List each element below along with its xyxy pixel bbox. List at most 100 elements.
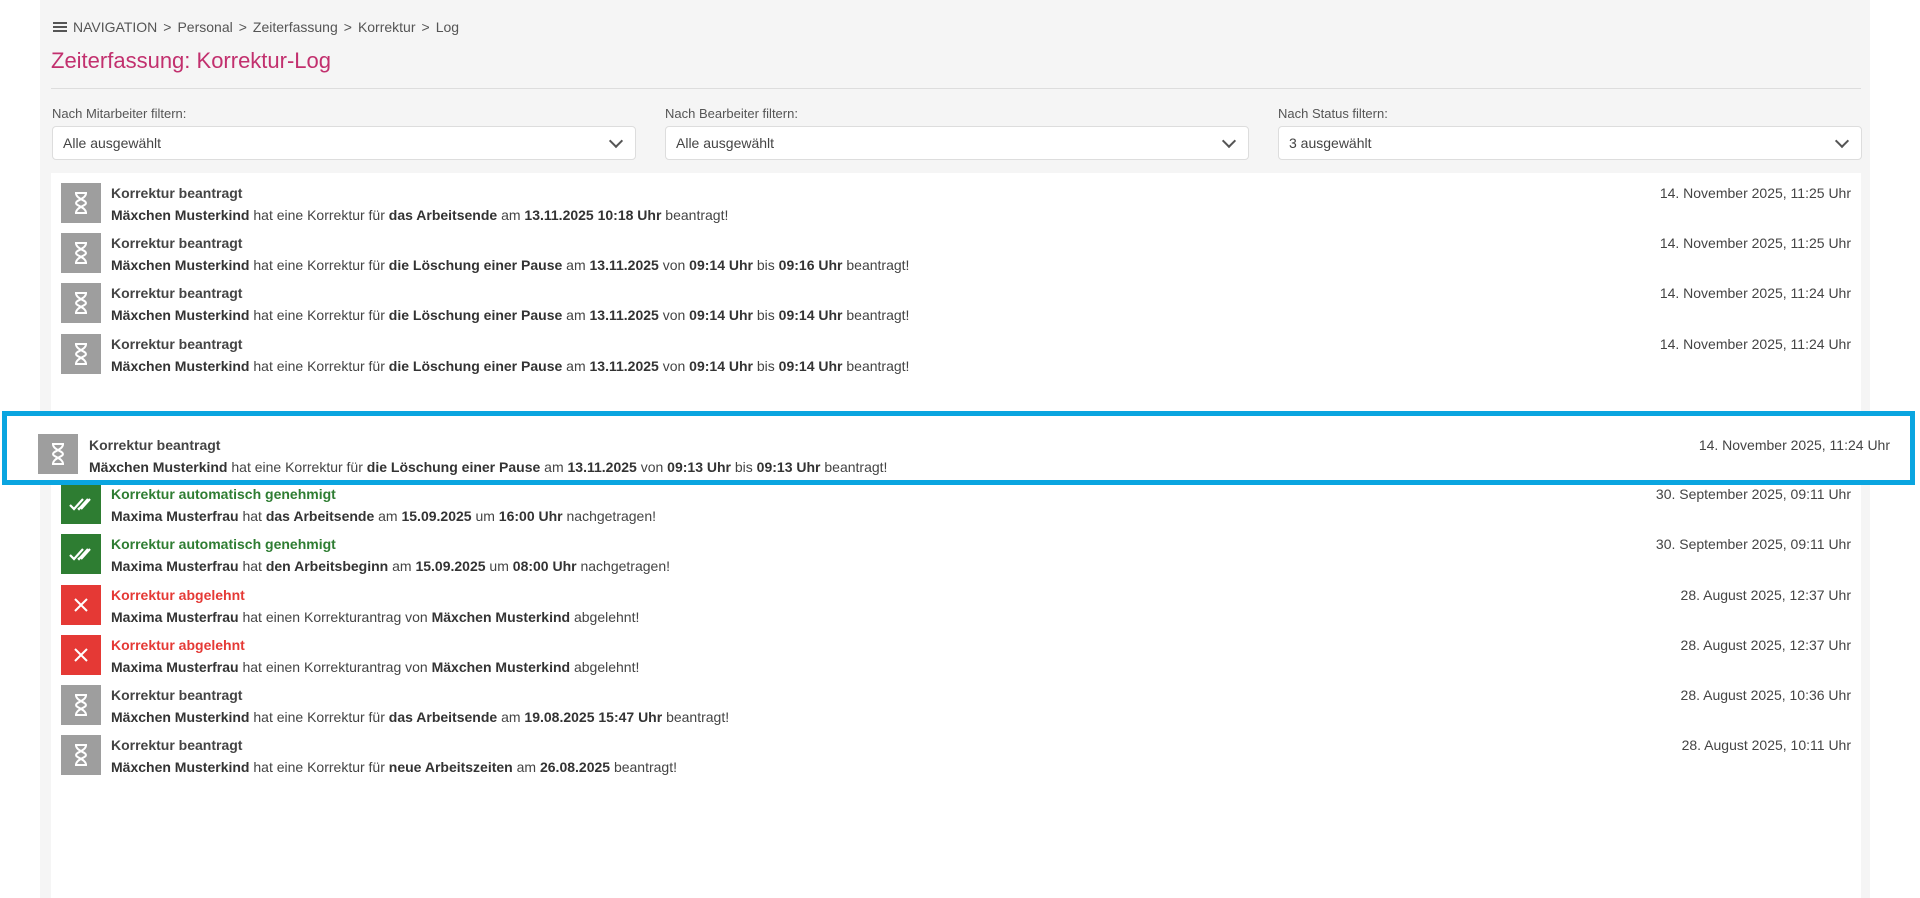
filter-editor-select[interactable]: Alle ausgewählt <box>665 126 1249 160</box>
message-fragment: am <box>562 307 590 324</box>
message-fragment: hat eine Korrektur für <box>249 357 389 374</box>
breadcrumb-item-navigation[interactable]: NAVIGATION <box>73 19 157 35</box>
log-entry-highlighted[interactable]: Korrektur beantragt Mäxchen Musterkind ha… <box>2 411 1915 485</box>
entry-timestamp: 30. September 2025, 09:11 Uhr <box>1655 536 1851 553</box>
entry-status: Korrektur beantragt <box>111 185 243 201</box>
message-fragment: die Löschung einer Pause <box>388 357 563 374</box>
filter-employee: Nach Mitarbeiter filtern: Alle ausgewähl… <box>52 106 636 160</box>
message-fragment: Mäxchen Musterkind <box>111 257 250 274</box>
entry-status: Korrektur abgelehnt <box>111 636 245 653</box>
message-fragment: beantragt! <box>661 207 729 223</box>
breadcrumb-separator: > <box>238 19 247 35</box>
filter-status-label: Nach Status filtern: <box>1278 106 1388 121</box>
log-entry[interactable]: Korrektur beantragt Mäxchen Musterkind ha… <box>51 725 1861 786</box>
message-fragment: 09:14 Uhr <box>689 307 753 324</box>
message-fragment: am <box>512 759 540 776</box>
message-fragment: 09:14 Uhr <box>778 357 843 374</box>
message-fragment: hat einen Korrekturantrag von <box>238 608 432 625</box>
message-fragment: beantragt! <box>842 357 910 374</box>
filter-editor: Nach Bearbeiter filtern: Alle ausgewählt <box>665 106 1249 160</box>
filter-employee-select[interactable]: Alle ausgewählt <box>52 126 636 160</box>
double-check-icon <box>61 534 101 575</box>
message-fragment: Mäxchen Musterkind <box>431 608 571 625</box>
message-fragment: das Arbeitsende <box>388 207 498 223</box>
entry-status: Korrektur beantragt <box>111 335 243 352</box>
filter-editor-value: Alle ausgewählt <box>676 135 775 151</box>
message-fragment: Mäxchen Musterkind <box>111 759 250 776</box>
message-fragment: hat eine Korrektur für <box>227 459 367 475</box>
message-fragment: 13.11.2025 <box>589 307 659 324</box>
message-fragment: den Arbeitsbeginn <box>265 558 389 575</box>
filter-status-select[interactable]: 3 ausgewählt <box>1278 126 1862 160</box>
filter-editor-label: Nach Bearbeiter filtern: <box>665 106 798 121</box>
message-fragment: beantragt! <box>820 459 888 475</box>
message-fragment: hat eine Korrektur für <box>249 307 389 324</box>
message-fragment: bis <box>752 357 779 374</box>
message-fragment: 15.09.2025 <box>401 508 472 525</box>
message-fragment: Mäxchen Musterkind <box>111 207 250 223</box>
message-fragment: das Arbeitsende <box>265 508 375 525</box>
message-fragment: von <box>636 459 668 475</box>
log-entry[interactable]: Korrektur beantragt Mäxchen Musterkind ha… <box>51 324 1861 385</box>
hourglass-icon <box>61 333 101 374</box>
message-fragment: Maxima Musterfrau <box>111 508 239 525</box>
entry-message: Mäxchen Musterkind hat eine Korrektur fü… <box>111 709 729 725</box>
message-fragment: um <box>485 558 513 575</box>
hourglass-icon <box>61 283 101 324</box>
message-fragment: 09:14 Uhr <box>778 307 843 324</box>
filter-status: Nach Status filtern: 3 ausgewählt <box>1278 106 1862 160</box>
entry-timestamp: 14. November 2025, 11:24 Uhr <box>1659 335 1851 352</box>
entry-timestamp: 14. November 2025, 11:24 Uhr <box>1659 285 1851 302</box>
page-title: Zeiterfassung: Korrektur-Log <box>51 48 332 73</box>
message-fragment: am <box>540 459 568 475</box>
message-fragment: beantragt! <box>610 759 677 776</box>
entry-message: Mäxchen Musterkind hat eine Korrektur fü… <box>111 257 909 273</box>
breadcrumb: NAVIGATION > Personal > Zeiterfassung > … <box>53 18 459 36</box>
filter-employee-value: Alle ausgewählt <box>63 135 162 151</box>
entry-message: Mäxchen Musterkind hat eine Korrektur fü… <box>111 358 909 374</box>
chevron-down-icon <box>608 133 624 148</box>
entry-message: Mäxchen Musterkind hat eine Korrektur fü… <box>111 307 909 323</box>
message-fragment: 26.08.2025 <box>539 759 611 776</box>
message-fragment: Maxima Musterfrau <box>111 558 239 575</box>
message-fragment: Mäxchen Musterkind <box>89 459 228 475</box>
menu-icon[interactable] <box>53 22 67 32</box>
message-fragment: nachgetragen! <box>576 558 670 575</box>
entry-timestamp: 14. November 2025, 11:25 Uhr <box>1659 185 1851 201</box>
message-fragment: von <box>658 357 690 374</box>
breadcrumb-separator: > <box>163 19 172 35</box>
message-fragment: abgelehnt! <box>570 658 640 675</box>
breadcrumb-item-personal[interactable]: Personal <box>177 19 232 35</box>
message-fragment: die Löschung einer Pause <box>388 257 563 274</box>
correction-log-list: Korrektur beantragt Mäxchen Musterkind ha… <box>51 173 1861 898</box>
message-fragment: Maxima Musterfrau <box>111 608 239 625</box>
message-fragment: von <box>658 257 690 274</box>
message-fragment: bis <box>730 459 757 475</box>
breadcrumb-item-zeiterfassung[interactable]: Zeiterfassung <box>253 19 338 35</box>
hourglass-icon <box>61 183 101 223</box>
message-fragment: Mäxchen Musterkind <box>111 357 250 374</box>
breadcrumb-item-log: Log <box>435 19 460 35</box>
message-fragment: 13.11.2025 <box>567 459 637 475</box>
breadcrumb-item-korrektur[interactable]: Korrektur <box>358 19 416 35</box>
message-fragment: am <box>497 709 525 725</box>
message-fragment: bis <box>752 257 779 274</box>
filter-status-value: 3 ausgewählt <box>1289 135 1372 151</box>
message-fragment: Mäxchen Musterkind <box>111 709 250 725</box>
message-fragment: 09:14 Uhr <box>689 257 753 274</box>
message-fragment: am <box>562 257 590 274</box>
message-fragment: Maxima Musterfrau <box>111 658 239 675</box>
message-fragment: beantragt! <box>662 709 730 725</box>
message-fragment: 08:00 Uhr <box>512 558 577 575</box>
message-fragment: von <box>658 307 690 324</box>
message-fragment: hat einen Korrekturantrag von <box>238 658 432 675</box>
message-fragment: am <box>497 207 525 223</box>
message-fragment: 15.09.2025 <box>415 558 486 575</box>
message-fragment: neue Arbeitszeiten <box>388 759 513 776</box>
message-fragment: hat <box>238 508 266 525</box>
entry-timestamp: 28. August 2025, 12:37 Uhr <box>1680 586 1851 603</box>
entry-status: Korrektur beantragt <box>111 687 243 703</box>
close-icon <box>61 584 101 625</box>
message-fragment: nachgetragen! <box>562 508 657 525</box>
chevron-down-icon <box>1834 133 1850 148</box>
